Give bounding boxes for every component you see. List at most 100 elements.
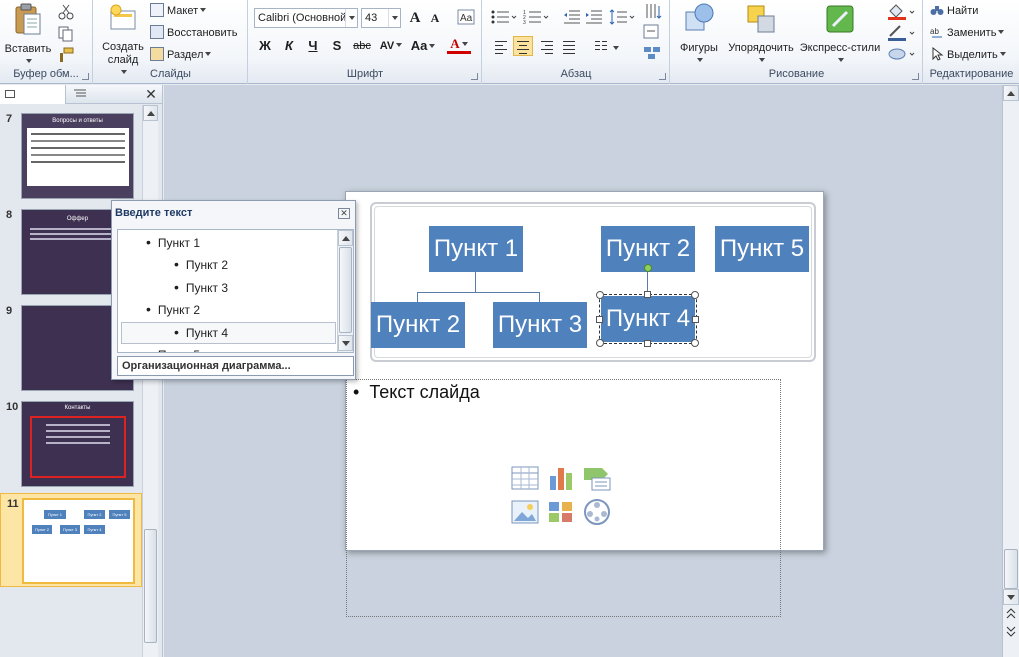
font-name-dropdown-icon[interactable] <box>345 9 357 27</box>
resize-handle-w[interactable] <box>596 316 603 323</box>
font-color-button[interactable]: A <box>447 34 471 54</box>
thumb-row-10[interactable]: 10 Контакты <box>0 397 142 489</box>
shape-effects-icon[interactable] <box>887 45 917 63</box>
replace-button[interactable]: ab Заменить <box>930 23 1005 43</box>
prev-slide-icon[interactable] <box>1006 608 1016 620</box>
org-chart-link[interactable]: Организационная диаграмма... <box>117 356 354 376</box>
text-pane-scroll-down[interactable] <box>338 335 353 351</box>
editor-scroll-thumb[interactable] <box>1004 549 1018 589</box>
resize-handle-sw[interactable] <box>596 339 604 347</box>
resize-handle-e[interactable] <box>692 316 699 323</box>
text-pane-list[interactable]: Пункт 1 Пункт 2 Пункт 3 Пункт 2 Пункт 4 … <box>117 229 354 353</box>
resize-handle-ne[interactable] <box>691 291 699 299</box>
strikethrough-button[interactable]: abc <box>349 36 375 56</box>
shadow-button[interactable]: S <box>327 36 347 56</box>
text-direction-icon[interactable] <box>643 3 663 21</box>
text-pane-item[interactable]: Пункт 2 <box>174 254 228 274</box>
decrease-indent-icon[interactable] <box>563 9 581 25</box>
insert-picture-icon[interactable] <box>510 498 540 526</box>
paste-dropdown-icon[interactable] <box>26 59 32 63</box>
select-button[interactable]: Выделить <box>930 45 1006 65</box>
scroll-up-button[interactable] <box>143 105 158 121</box>
thumb-row-7[interactable]: 7 Вопросы и ответы <box>0 109 142 201</box>
quick-styles-button[interactable]: Экспресс-стили <box>797 2 883 68</box>
insert-media-icon[interactable] <box>582 498 612 526</box>
align-left-button[interactable] <box>491 37 511 57</box>
bullets-icon[interactable] <box>491 9 517 25</box>
placeholder-text[interactable]: Текст слайда <box>353 382 479 403</box>
editor-scrollbar[interactable] <box>1002 85 1019 657</box>
editor-scroll-down[interactable] <box>1003 589 1019 605</box>
slides-panel-scrollbar[interactable] <box>142 105 158 657</box>
align-text-icon[interactable] <box>643 24 663 40</box>
insert-clipart-icon[interactable] <box>546 498 576 526</box>
slide-thumbnail-7[interactable]: Вопросы и ответы <box>21 113 134 199</box>
cut-icon[interactable] <box>58 4 74 20</box>
node-punkt-4[interactable]: Пункт 4 <box>599 294 697 344</box>
format-painter-icon[interactable] <box>58 47 74 63</box>
italic-button[interactable]: К <box>279 36 299 56</box>
text-pane-item[interactable]: Пункт 1 <box>146 232 200 252</box>
increase-indent-icon[interactable] <box>585 9 603 25</box>
paragraph-dialog-launcher[interactable] <box>659 73 666 80</box>
font-size-dropdown-icon[interactable] <box>388 9 400 27</box>
close-panel-icon[interactable]: ✕ <box>144 86 158 102</box>
paste-button[interactable]: Вставить <box>2 3 54 69</box>
node-punkt-3[interactable]: Пункт 3 <box>493 302 587 348</box>
resize-handle-nw[interactable] <box>596 291 604 299</box>
justify-button[interactable] <box>559 37 579 57</box>
font-name-combo[interactable]: Calibri (Основной <box>254 8 358 28</box>
underline-button[interactable]: Ч <box>303 36 323 56</box>
node-punkt-1[interactable]: Пункт 1 <box>429 226 523 272</box>
columns-button[interactable] <box>591 37 611 57</box>
next-slide-icon[interactable] <box>1006 625 1016 637</box>
scroll-thumb[interactable] <box>144 529 157 643</box>
resize-handle-s[interactable] <box>644 340 651 347</box>
shape-outline-icon[interactable] <box>887 24 917 42</box>
insert-smartart-icon[interactable] <box>582 464 612 492</box>
node-punkt-5[interactable]: Пункт 5 <box>715 226 809 272</box>
rotate-handle[interactable] <box>644 264 652 272</box>
grow-font-button[interactable]: A <box>405 8 425 28</box>
shrink-font-button[interactable]: A <box>425 8 445 28</box>
text-pane-scrollbar[interactable] <box>337 230 353 352</box>
section-button[interactable]: Раздел <box>150 45 212 65</box>
columns-dropdown-icon[interactable] <box>613 46 619 50</box>
find-button[interactable]: Найти <box>930 1 978 21</box>
smartart-text-pane[interactable]: Введите текст ✕ Пункт 1 Пункт 2 Пункт 3 … <box>111 200 356 380</box>
editor-scroll-up[interactable] <box>1003 85 1019 101</box>
drawing-dialog-launcher[interactable] <box>912 73 919 80</box>
text-pane-scroll-up[interactable] <box>338 230 353 246</box>
text-pane-item[interactable]: Пункт 2 <box>146 299 200 319</box>
line-spacing-icon[interactable] <box>609 9 635 25</box>
insert-table-icon[interactable] <box>510 464 540 492</box>
shapes-button[interactable]: Фигуры <box>675 2 723 68</box>
slide-thumbnail-11[interactable]: Пункт 1 Пункт 2 Пункт 5 Пункт 2 Пункт 3 … <box>22 498 135 584</box>
align-right-button[interactable] <box>537 37 557 57</box>
change-case-button[interactable]: Aa <box>409 36 437 56</box>
numbering-icon[interactable]: 123 <box>523 9 549 25</box>
text-pane-scroll-thumb[interactable] <box>339 247 352 333</box>
font-size-combo[interactable]: 43 <box>361 8 401 28</box>
shape-fill-icon[interactable] <box>887 3 917 21</box>
text-pane-item[interactable]: Пункт 3 <box>174 277 228 297</box>
arrange-button[interactable]: Упорядочить <box>723 2 799 68</box>
resize-handle-n[interactable] <box>644 291 651 298</box>
clear-formatting-icon[interactable]: Aa <box>457 9 475 27</box>
slide-thumbnail-10[interactable]: Контакты <box>21 401 134 487</box>
align-center-button[interactable] <box>513 36 533 56</box>
text-pane-close-icon[interactable]: ✕ <box>338 208 350 219</box>
text-pane-item[interactable]: Пункт 4 <box>174 322 228 342</box>
layout-button[interactable]: Макет <box>150 1 207 21</box>
insert-chart-icon[interactable] <box>546 464 576 492</box>
clipboard-dialog-launcher[interactable] <box>82 73 89 80</box>
smartart-convert-icon[interactable] <box>643 45 663 61</box>
content-placeholder[interactable]: Текст слайда <box>346 379 781 617</box>
bold-button[interactable]: Ж <box>255 36 275 56</box>
resize-handle-se[interactable] <box>691 339 699 347</box>
outline-tab[interactable] <box>67 85 137 104</box>
reset-button[interactable]: Восстановить <box>150 23 237 43</box>
copy-icon[interactable] <box>58 26 74 42</box>
thumb-row-11[interactable]: 11 Пункт 1 Пункт 2 Пункт 5 Пункт 2 Пункт… <box>0 493 142 587</box>
text-pane-item[interactable]: Пункт 5 <box>146 344 200 352</box>
